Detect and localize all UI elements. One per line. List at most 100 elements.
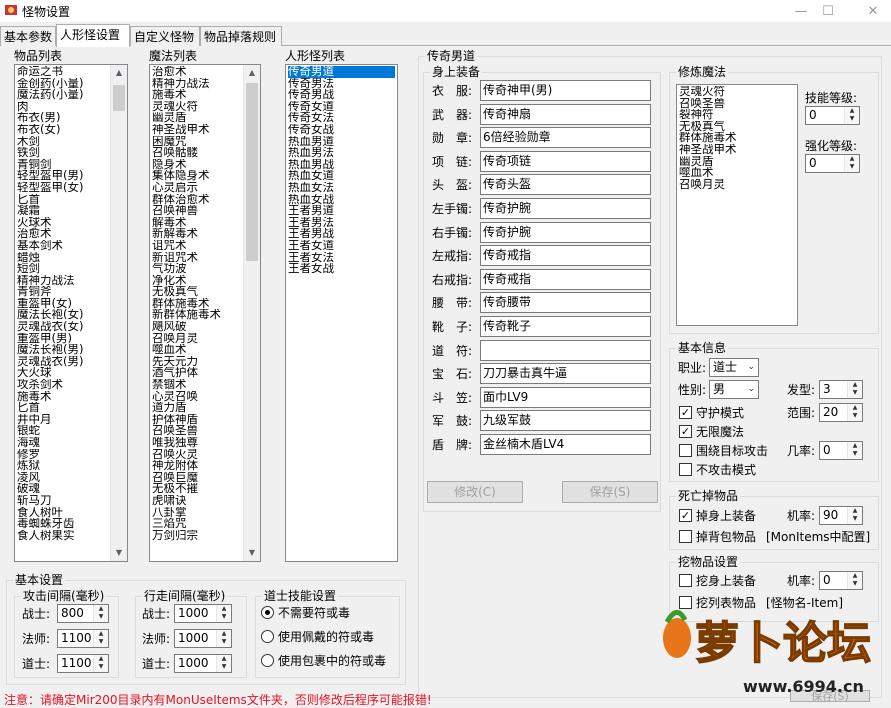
equip-slot-field[interactable]: 传奇头盔	[480, 174, 651, 196]
list-item[interactable]: 传奇男战	[288, 89, 395, 101]
list-item[interactable]: 噬血术	[679, 167, 795, 179]
tab-drop-rules[interactable]: 物品掉落规则	[200, 26, 282, 46]
equip-slot-field[interactable]: 传奇靴子	[480, 316, 651, 337]
list-item[interactable]: 召唤火灵	[152, 449, 242, 461]
list-item[interactable]: 热血男法	[288, 147, 395, 159]
list-item[interactable]: 王者女战	[288, 263, 395, 275]
list-item[interactable]: 热血男道	[288, 136, 395, 148]
list-item[interactable]: 幽灵盾	[679, 156, 795, 168]
list-item[interactable]: 灵魂战衣(男)	[17, 356, 109, 368]
list-item[interactable]: 治愈术	[17, 228, 109, 240]
spinner-arrows-icon[interactable]: ▲ ▼	[844, 107, 859, 124]
list-item[interactable]: 修罗	[17, 449, 109, 461]
list-item[interactable]: 重盔甲(男)	[17, 333, 109, 345]
dig-chance-spinner[interactable]: 0 ▲ ▼	[819, 571, 863, 590]
list-item[interactable]: 青铜斧	[17, 286, 109, 298]
equip-slot-field[interactable]: 九级军鼓	[480, 410, 651, 432]
spinner-arrows-icon[interactable]: ▲ ▼	[844, 155, 859, 172]
maximize-button[interactable]: ☐	[810, 0, 846, 22]
list-item[interactable]: 金创药(小量)	[17, 78, 109, 90]
hair-spinner[interactable]: 3 ▲ ▼	[819, 380, 863, 399]
list-item[interactable]: 召唤圣兽	[679, 98, 795, 110]
list-item[interactable]: 灵魂战衣(女)	[17, 321, 109, 333]
list-item[interactable]: 灵魂火符	[152, 101, 242, 113]
close-button[interactable]: ✕	[855, 0, 891, 22]
list-item[interactable]: 魔法药(小量)	[17, 89, 109, 101]
list-item[interactable]: 传奇女战	[288, 124, 395, 136]
list-item[interactable]: 道力盾	[152, 402, 242, 414]
equip-slot-field[interactable]: 传奇戒指	[480, 245, 651, 267]
list-item[interactable]: 斩马刀	[17, 495, 109, 507]
humanoid-list[interactable]: 传奇男道 传奇男法 传奇男战 传奇女道 传奇女法 传奇女战 热血男道 热血男法 热血男战 热血女道…	[285, 64, 398, 562]
list-item[interactable]: 火球术	[17, 217, 109, 229]
list-item[interactable]: 气功波	[152, 263, 242, 275]
list-item[interactable]: 禁锢术	[152, 379, 242, 391]
list-item[interactable]: 蜡烛	[17, 252, 109, 264]
spinner-arrows-icon[interactable]: ▲ ▼	[93, 605, 108, 622]
list-item[interactable]: 银蛇	[17, 425, 109, 437]
scroll-down-icon[interactable]: ▼	[111, 545, 127, 561]
equip-slot-field[interactable]: 6倍经验勋章	[480, 127, 651, 149]
list-item[interactable]: 匕首	[17, 402, 109, 414]
list-item[interactable]: 布衣(女)	[17, 124, 109, 136]
list-item[interactable]: 热血女战	[288, 194, 395, 206]
tab-basic-params[interactable]: 基本参数	[0, 26, 56, 46]
list-item[interactable]: 幽灵盾	[152, 112, 242, 124]
spinner-arrows-icon[interactable]: ▲ ▼	[847, 381, 862, 398]
list-item[interactable]: 神圣战甲术	[152, 124, 242, 136]
list-item[interactable]: 海魂	[17, 437, 109, 449]
save-button[interactable]: 保存(S)	[562, 481, 658, 503]
guard-mode-checkbox[interactable]: ✓	[679, 406, 692, 419]
list-item[interactable]: 神圣战甲术	[679, 144, 795, 156]
list-item[interactable]: 灵魂火符	[679, 86, 795, 98]
list-item[interactable]: 召唤月灵	[679, 179, 795, 191]
item-list[interactable]: 命运之书 金创药(小量) 魔法药(小量) 肉布衣(男) 布衣(女) 木剑 铁剑 青铜剑 轻型盔甲…	[14, 64, 128, 562]
list-item[interactable]: 热血女法	[288, 182, 395, 194]
list-item[interactable]: 破魂	[17, 483, 109, 495]
list-item[interactable]: 传奇男道	[288, 66, 395, 78]
list-item[interactable]: 施毒术	[17, 391, 109, 403]
list-item[interactable]: 无极真气	[152, 286, 242, 298]
spinner-arrows-icon[interactable]: ▲ ▼	[847, 572, 862, 589]
spinner-arrows-icon[interactable]: ▲ ▼	[93, 655, 108, 672]
list-item[interactable]: 魔法长袍(男)	[17, 344, 109, 356]
list-item[interactable]: 困魔咒	[152, 136, 242, 148]
list-item[interactable]: 传奇男法	[288, 78, 395, 90]
drop-bag-checkbox[interactable]	[679, 530, 692, 543]
list-item[interactable]: 肉	[17, 101, 109, 113]
list-item[interactable]: 无极真气	[679, 121, 795, 133]
list-item[interactable]: 轻型盔甲(女)	[17, 182, 109, 194]
list-item[interactable]: 集体隐身术	[152, 170, 242, 182]
spinner-arrows-icon[interactable]: ▲ ▼	[216, 630, 231, 647]
list-item[interactable]: 井中月	[17, 414, 109, 426]
list-item[interactable]: 解毒术	[152, 217, 242, 229]
list-item[interactable]: 毒蜘蛛牙齿	[17, 518, 109, 530]
spinner-arrows-icon[interactable]: ▲ ▼	[847, 507, 862, 524]
list-item[interactable]: 施毒术	[152, 89, 242, 101]
equip-slot-field[interactable]	[480, 339, 651, 361]
skill-level-spinner[interactable]: 0 ▲ ▼	[805, 106, 860, 125]
list-item[interactable]: 炼狱	[17, 460, 109, 472]
range-spinner[interactable]: 20 ▲ ▼	[819, 403, 863, 422]
tab-humanoid[interactable]: 人形怪设置	[56, 24, 130, 47]
list-item[interactable]: 护体神盾	[152, 414, 242, 426]
list-item[interactable]: 群体施毒术	[152, 298, 242, 310]
interval-spinner[interactable]: 1000 ▲ ▼	[174, 629, 232, 648]
list-item[interactable]: 命运之书	[17, 66, 109, 78]
list-item[interactable]: 心灵召唤	[152, 391, 242, 403]
list-item[interactable]: 匕首	[17, 194, 109, 206]
trained-magic-list[interactable]: 灵魂火符 召唤圣兽 裂神符 无极真气 群体施毒术 神圣战甲术 幽灵盾 噬血术 召唤月灵	[676, 84, 798, 326]
list-item[interactable]: 基本剑术	[17, 240, 109, 252]
list-item[interactable]: 王者女法	[288, 252, 395, 264]
spinner-arrows-icon[interactable]: ▲ ▼	[216, 605, 231, 622]
dig-equip-checkbox[interactable]	[679, 574, 692, 587]
list-item[interactable]: 新解毒术	[152, 228, 242, 240]
interval-spinner[interactable]: 800 ▲ ▼	[57, 604, 109, 623]
item-list-scrollbar[interactable]: ▲ ▼	[110, 65, 127, 561]
list-item[interactable]: 裂神符	[679, 109, 795, 121]
list-item[interactable]: 治愈术	[152, 66, 242, 78]
drop-equip-checkbox[interactable]: ✓	[679, 509, 692, 522]
tab-custom-monster[interactable]: 自定义怪物	[130, 26, 200, 46]
list-item[interactable]: 大火球	[17, 367, 109, 379]
taoist-option-radio[interactable]	[261, 606, 274, 619]
